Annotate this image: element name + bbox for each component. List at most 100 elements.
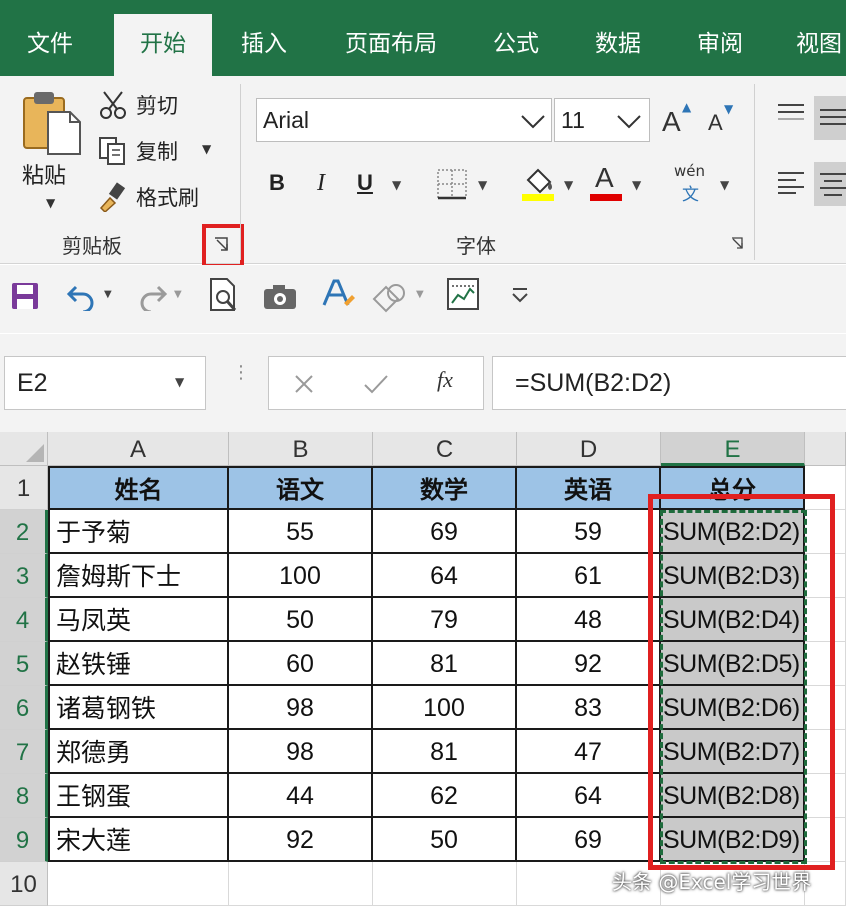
table-cell[interactable]: 98	[229, 686, 373, 730]
table-cell[interactable]: 郑德勇	[48, 730, 229, 774]
empty-cell[interactable]	[805, 598, 846, 642]
table-cell[interactable]: 48	[517, 598, 661, 642]
table-header-cell[interactable]: 总分	[661, 466, 805, 510]
table-cell[interactable]: 81	[373, 730, 517, 774]
table-cell[interactable]: 50	[373, 818, 517, 862]
total-cell[interactable]: SUM(B2:D2)	[661, 510, 805, 554]
borders-dropdown-icon[interactable]: ▼	[478, 178, 487, 192]
table-header-cell[interactable]: 语文	[229, 466, 373, 510]
empty-cell[interactable]	[373, 862, 517, 906]
font-color-dropdown-icon[interactable]: ▼	[632, 178, 641, 192]
column-header-c[interactable]: C	[373, 432, 517, 466]
row-header-1[interactable]: 1	[0, 466, 48, 510]
row-header-7[interactable]: 7	[0, 730, 48, 774]
table-cell[interactable]: 马凤英	[48, 598, 229, 642]
table-header-cell[interactable]: 姓名	[48, 466, 229, 510]
chart-icon[interactable]	[446, 277, 480, 311]
total-cell[interactable]: SUM(B2:D7)	[661, 730, 805, 774]
paste-button[interactable]: 粘贴 ▼	[18, 90, 88, 240]
phonetic-dropdown-icon[interactable]: ▼	[720, 178, 729, 192]
tab-data[interactable]: 数据	[576, 0, 660, 76]
table-cell[interactable]: 92	[517, 642, 661, 686]
empty-cell[interactable]	[805, 686, 846, 730]
print-preview-icon[interactable]	[208, 277, 240, 313]
empty-cell[interactable]	[805, 510, 846, 554]
table-cell[interactable]: 59	[517, 510, 661, 554]
table-cell[interactable]: 61	[517, 554, 661, 598]
font-name-combobox[interactable]: Arial	[256, 98, 552, 142]
table-cell[interactable]: 64	[517, 774, 661, 818]
table-cell[interactable]: 50	[229, 598, 373, 642]
table-cell[interactable]: 55	[229, 510, 373, 554]
table-cell[interactable]: 79	[373, 598, 517, 642]
row-header-8[interactable]: 8	[0, 774, 48, 818]
phonetic-guide-button[interactable]: wén 文	[672, 162, 712, 206]
row-header-10[interactable]: 10	[0, 862, 48, 906]
row-header-6[interactable]: 6	[0, 686, 48, 730]
empty-cell[interactable]	[805, 818, 846, 862]
cancel-icon[interactable]	[293, 373, 315, 395]
fill-color-dropdown-icon[interactable]: ▼	[564, 178, 573, 192]
copy-dropdown-icon[interactable]: ▼	[202, 142, 211, 156]
tab-file[interactable]: 文件	[0, 0, 100, 76]
total-cell[interactable]: SUM(B2:D6)	[661, 686, 805, 730]
table-cell[interactable]: 王钢蛋	[48, 774, 229, 818]
chevron-down-icon[interactable]	[519, 107, 547, 135]
table-cell[interactable]: 92	[229, 818, 373, 862]
table-header-cell[interactable]: 数学	[373, 466, 517, 510]
table-cell[interactable]: 100	[229, 554, 373, 598]
shrink-font-button[interactable]: A ▼	[706, 102, 742, 142]
insert-function-button[interactable]: fx	[437, 367, 453, 393]
save-icon[interactable]	[10, 281, 40, 311]
chevron-down-icon[interactable]	[615, 107, 643, 135]
table-cell[interactable]: 81	[373, 642, 517, 686]
table-cell[interactable]: 69	[517, 818, 661, 862]
empty-cell[interactable]	[48, 862, 229, 906]
name-box-dropdown-icon[interactable]: ▼	[175, 375, 184, 389]
tab-review[interactable]: 审阅	[678, 0, 762, 76]
table-cell[interactable]: 47	[517, 730, 661, 774]
column-header-d[interactable]: D	[517, 432, 661, 466]
select-all-corner[interactable]	[0, 432, 48, 466]
customize-qat-icon[interactable]	[510, 287, 530, 303]
tab-insert[interactable]: 插入	[222, 0, 306, 76]
redo-dropdown-icon[interactable]: ▼	[174, 289, 182, 300]
table-cell[interactable]: 64	[373, 554, 517, 598]
italic-button[interactable]: I	[306, 170, 336, 197]
empty-cell[interactable]	[805, 774, 846, 818]
underline-button[interactable]: U	[350, 170, 380, 196]
underline-dropdown-icon[interactable]: ▼	[392, 178, 401, 192]
font-color-button[interactable]: A	[590, 160, 624, 201]
table-cell[interactable]: 100	[373, 686, 517, 730]
table-cell[interactable]: 44	[229, 774, 373, 818]
table-cell[interactable]: 赵铁锤	[48, 642, 229, 686]
total-cell[interactable]: SUM(B2:D4)	[661, 598, 805, 642]
formula-input[interactable]: =SUM(B2:D2)	[492, 356, 846, 410]
column-header-overflow[interactable]	[805, 432, 846, 466]
column-header-a[interactable]: A	[48, 432, 229, 466]
empty-cell[interactable]	[805, 642, 846, 686]
copy-button[interactable]: 复制 ▼	[98, 134, 220, 168]
table-cell[interactable]: 69	[373, 510, 517, 554]
fill-color-icon[interactable]	[520, 164, 556, 202]
font-size-combobox[interactable]: 11	[554, 98, 650, 142]
bold-button[interactable]: B	[262, 170, 292, 196]
undo-icon[interactable]	[66, 281, 98, 311]
paste-dropdown-icon[interactable]: ▼	[46, 196, 55, 210]
camera-icon[interactable]	[262, 283, 298, 311]
undo-dropdown-icon[interactable]: ▼	[104, 289, 112, 300]
tab-view[interactable]: 视图	[782, 0, 846, 76]
table-cell[interactable]: 宋大莲	[48, 818, 229, 862]
align-center-button[interactable]	[814, 162, 846, 206]
table-header-cell[interactable]: 英语	[517, 466, 661, 510]
table-cell[interactable]: 98	[229, 730, 373, 774]
name-box[interactable]: E2 ▼	[4, 356, 206, 410]
total-cell[interactable]: SUM(B2:D9)	[661, 818, 805, 862]
grow-font-button[interactable]: A ▲	[662, 100, 698, 138]
font-dialog-launcher-icon[interactable]	[730, 236, 746, 252]
table-cell[interactable]: 60	[229, 642, 373, 686]
formula-bar-grip-icon[interactable]: ⋮	[232, 364, 250, 382]
table-cell[interactable]: 诸葛钢铁	[48, 686, 229, 730]
row-header-3[interactable]: 3	[0, 554, 48, 598]
tab-formulas[interactable]: 公式	[474, 0, 558, 76]
